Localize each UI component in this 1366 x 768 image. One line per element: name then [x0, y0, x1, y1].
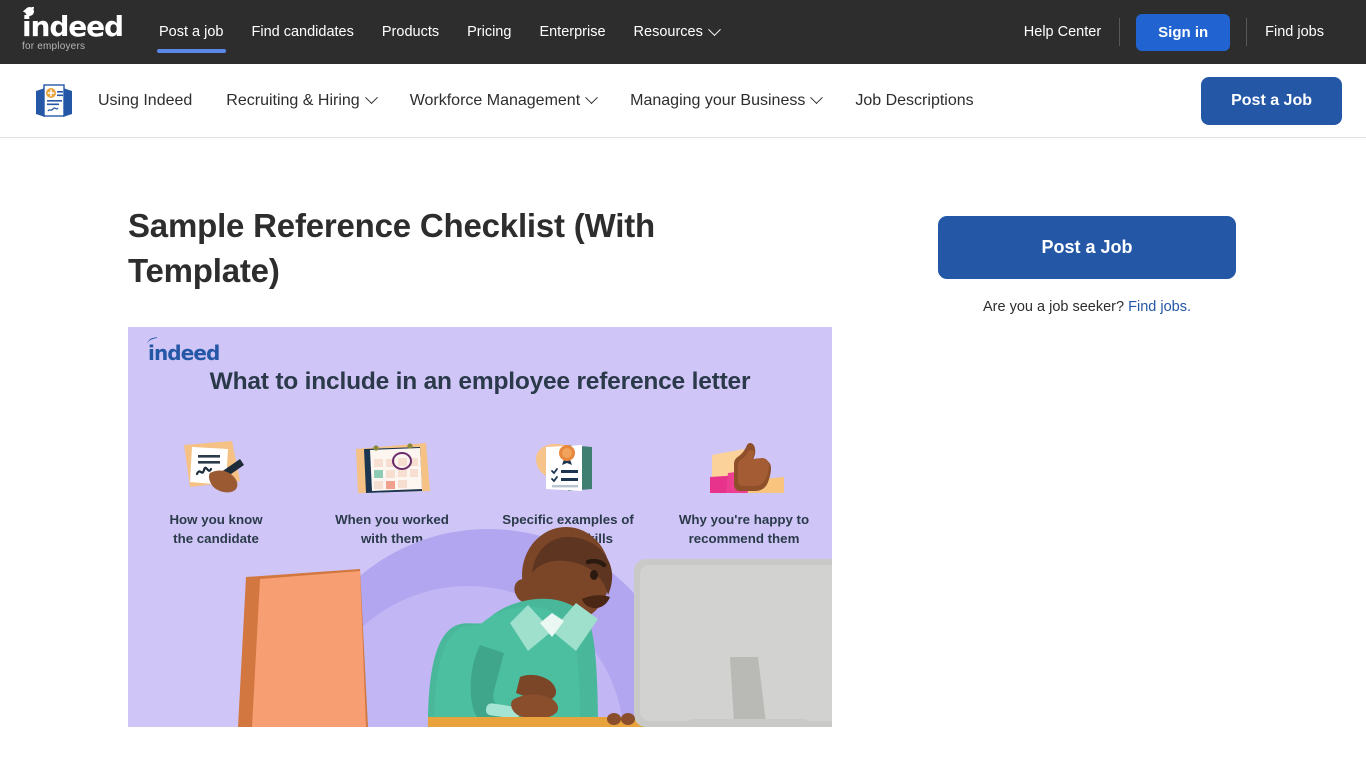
subnav-using-indeed[interactable]: Using Indeed [98, 92, 209, 110]
indeed-for-employers-logo[interactable]: indeed for employers [20, 6, 124, 52]
indeed-logo-text: indeed [20, 6, 124, 41]
logo-subtitle: for employers [22, 40, 86, 52]
infographic-image: indeed What to include in an employee re… [128, 326, 832, 727]
subnav-job-descriptions[interactable]: Job Descriptions [838, 92, 990, 110]
find-jobs-link-sidebar[interactable]: Find jobs. [1128, 299, 1191, 315]
help-center-link[interactable]: Help Center [1006, 24, 1119, 40]
nav-find-candidates[interactable]: Find candidates [238, 0, 368, 64]
indeed-logo-dot-icon [25, 6, 34, 16]
primary-nav: Post a job Find candidates Products Pric… [145, 0, 733, 64]
top-navigation-bar: indeed for employers Post a job Find can… [0, 0, 1366, 64]
thumbs-up-icon [710, 442, 784, 493]
divider [1119, 18, 1121, 46]
nav-enterprise[interactable]: Enterprise [525, 0, 619, 64]
sign-in-button[interactable]: Sign in [1136, 13, 1231, 51]
subnav-recruiting-hiring[interactable]: Recruiting & Hiring [209, 91, 392, 110]
job-seeker-text: Are you a job seeker? [983, 299, 1125, 315]
nav-products[interactable]: Products [368, 0, 453, 64]
page-title: Sample Reference Checklist (With Templat… [128, 207, 655, 289]
post-a-job-button-sidebar[interactable]: Post a Job [938, 216, 1236, 279]
chevron-down-icon [364, 91, 378, 105]
certificate-award-icon [536, 443, 592, 491]
chevron-down-icon [810, 91, 824, 105]
chevron-down-icon [707, 22, 721, 36]
infographic-title: What to include in an employee reference… [209, 367, 751, 395]
certificate-brand-icon[interactable] [32, 81, 76, 121]
page-body: Sample Reference Checklist (With Templat… [0, 138, 1366, 727]
subnav-managing-your-business[interactable]: Managing your Business [613, 91, 838, 110]
infographic-indeed-logo: indeed [146, 336, 220, 365]
job-seeker-note: Are you a job seeker? Find jobs. [938, 299, 1236, 315]
secondary-navigation-bar: Using Indeed Recruiting & Hiring Workfor… [0, 64, 1366, 138]
nav-pricing[interactable]: Pricing [453, 0, 525, 64]
man-at-computer-illustration [238, 526, 832, 727]
article-main-column: Sample Reference Checklist (With Templat… [128, 138, 832, 727]
find-jobs-link[interactable]: Find jobs [1247, 24, 1342, 40]
category-nav: Using Indeed Recruiting & Hiring Workfor… [98, 91, 991, 110]
chevron-down-icon [585, 91, 599, 105]
hand-signing-document-icon [184, 440, 244, 493]
nav-resources[interactable]: Resources [620, 0, 733, 64]
sidebar-cta-column: Post a Job Are you a job seeker? Find jo… [938, 138, 1236, 727]
calendar-icon [356, 442, 430, 493]
post-a-job-button-header[interactable]: Post a Job [1201, 76, 1342, 125]
top-right-actions: Help Center Sign in Find jobs [1006, 13, 1342, 51]
nav-post-a-job[interactable]: Post a job [145, 0, 238, 64]
subnav-workforce-management[interactable]: Workforce Management [393, 91, 613, 110]
